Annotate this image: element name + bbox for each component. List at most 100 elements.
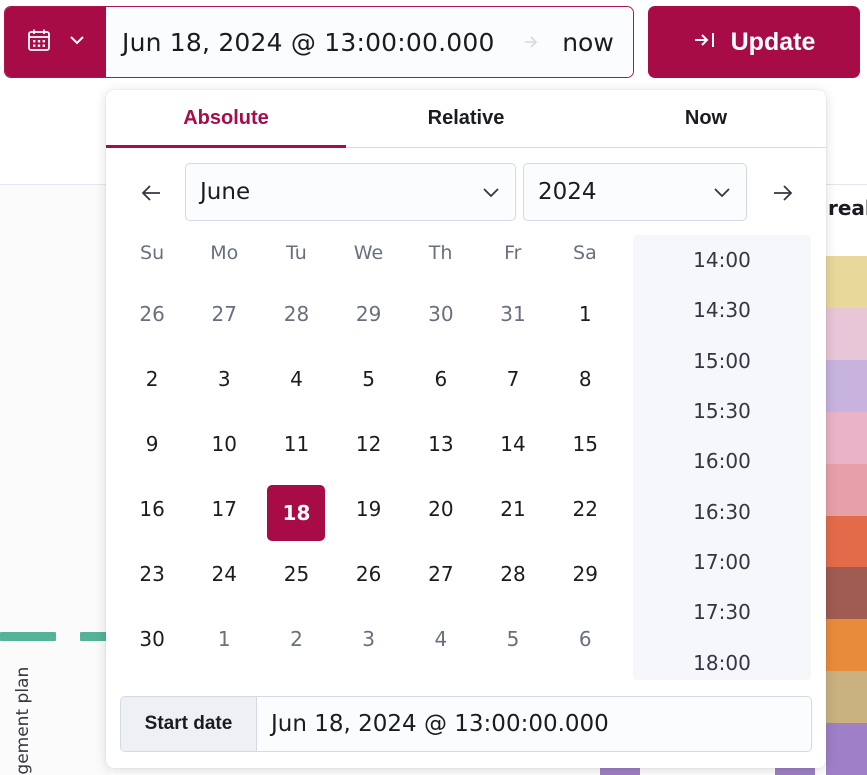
time-option[interactable]: 16:30: [633, 486, 811, 536]
quick-select-button[interactable]: [5, 7, 106, 77]
calendar-day[interactable]: 27: [405, 550, 477, 615]
weekday-label: Th: [428, 242, 453, 264]
time-option[interactable]: 14:00: [633, 235, 811, 285]
calendar-day[interactable]: 16: [116, 485, 188, 550]
weekday-label: Fr: [504, 242, 522, 264]
background-bar-segment: [826, 256, 867, 308]
calendar-day[interactable]: 29: [333, 290, 405, 355]
time-list[interactable]: 14:00 14:30 15:00 15:30 16:00 16:30 17:00 17:30…: [633, 235, 811, 680]
calendar-day-number: 3: [217, 367, 231, 391]
calendar-day-number: 22: [572, 497, 598, 521]
tab-bar: Absolute Relative Now: [106, 90, 826, 148]
calendar-day[interactable]: 22: [549, 485, 621, 550]
calendar-day-number: 13: [428, 432, 454, 456]
calendar-day[interactable]: 13: [405, 420, 477, 485]
time-option[interactable]: 17:00: [633, 537, 811, 587]
update-button[interactable]: Update: [648, 6, 860, 78]
calendar-day[interactable]: 20: [405, 485, 477, 550]
background-bar-segment: [826, 515, 867, 568]
time-option[interactable]: 16:00: [633, 436, 811, 486]
calendar-day-number: 26: [355, 562, 382, 586]
arrow-right-icon: [519, 7, 543, 77]
time-option[interactable]: 15:00: [633, 336, 811, 386]
calendar-day-number: 30: [139, 627, 165, 651]
calendar-day-number: 11: [283, 432, 310, 456]
calendar-day[interactable]: 7: [477, 355, 549, 420]
calendar-day-number: 27: [428, 562, 454, 586]
calendar-day[interactable]: 30: [116, 615, 188, 680]
tab-now[interactable]: Now: [586, 90, 826, 147]
calendar-day-number: 18: [267, 485, 326, 541]
weekday-label: Su: [140, 242, 165, 264]
calendar-day[interactable]: 12: [333, 420, 405, 485]
range-start-button[interactable]: Jun 18, 2024 @ 13:00:00.000: [106, 7, 519, 77]
calendar-day[interactable]: 28: [477, 550, 549, 615]
tab-relative[interactable]: Relative: [346, 90, 586, 147]
calendar-day[interactable]: 11: [260, 420, 332, 485]
calendar-day[interactable]: 3: [188, 355, 260, 420]
calendar-day[interactable]: 6: [405, 355, 477, 420]
month-select[interactable]: June: [185, 163, 516, 221]
calendar-day[interactable]: 14: [477, 420, 549, 485]
next-month-button[interactable]: [768, 178, 798, 208]
calendar-icon: [26, 27, 52, 57]
chevron-down-icon: [68, 31, 86, 53]
calendar-day-number: 29: [572, 562, 598, 586]
calendar-day[interactable]: 28: [260, 290, 332, 355]
calendar-day[interactable]: 23: [116, 550, 188, 615]
calendar-day-number: 12: [355, 432, 382, 456]
calendar-day[interactable]: 25: [260, 550, 332, 615]
calendar-day[interactable]: 9: [116, 420, 188, 485]
calendar-grid: 26 27 28 29 30 31 1 2 3 4 5 6 7 8 9 10 11 12 13 14 15 16 17 18 1…: [116, 290, 621, 680]
update-label: Update: [730, 27, 816, 56]
calendar-day[interactable]: 2: [260, 615, 332, 680]
calendar-day-number: 30: [428, 302, 454, 326]
weekday-label: We: [353, 242, 384, 264]
time-option[interactable]: 17:30: [633, 587, 811, 637]
calendar-day-number: 26: [139, 302, 165, 326]
year-value: 2024: [538, 179, 597, 205]
weekday-label: Mo: [210, 242, 239, 264]
calendar-day[interactable]: 4: [260, 355, 332, 420]
arrow-left-icon: [141, 185, 160, 201]
calendar-day[interactable]: 17: [188, 485, 260, 550]
calendar-day-number: 23: [139, 562, 165, 586]
previous-month-button[interactable]: [136, 178, 166, 208]
range-end-button[interactable]: now: [543, 7, 633, 77]
calendar-day[interactable]: 8: [549, 355, 621, 420]
calendar-day[interactable]: 1: [549, 290, 621, 355]
calendar-day[interactable]: 5: [333, 355, 405, 420]
time-option[interactable]: 14:30: [633, 285, 811, 335]
calendar-day[interactable]: 30: [405, 290, 477, 355]
calendar-day[interactable]: 19: [333, 485, 405, 550]
calendar-day[interactable]: 2: [116, 355, 188, 420]
calendar-day[interactable]: 27: [188, 290, 260, 355]
calendar-day-number: 10: [211, 432, 237, 456]
calendar-day[interactable]: 10: [188, 420, 260, 485]
year-select[interactable]: 2024: [523, 163, 747, 221]
calendar-day[interactable]: 15: [549, 420, 621, 485]
calendar-day[interactable]: 1: [188, 615, 260, 680]
calendar-day-number: 29: [355, 302, 382, 326]
start-date-input[interactable]: Jun 18, 2024 @ 13:00:00.000: [257, 697, 811, 751]
calendar-day[interactable]: 6: [549, 615, 621, 680]
month-value: June: [200, 179, 251, 205]
calendar-day[interactable]: 3: [333, 615, 405, 680]
calendar-day[interactable]: 24: [188, 550, 260, 615]
weekday-label: Sa: [573, 242, 597, 264]
calendar-day[interactable]: 21: [477, 485, 549, 550]
calendar-day-number: 1: [578, 302, 592, 326]
calendar-day[interactable]: 26: [333, 550, 405, 615]
calendar-day[interactable]: 26: [116, 290, 188, 355]
calendar-day[interactable]: 5: [477, 615, 549, 680]
time-option[interactable]: 15:30: [633, 386, 811, 436]
calendar-day-selected[interactable]: 18: [260, 485, 332, 550]
calendar-day-number: 25: [283, 562, 310, 586]
time-option[interactable]: 18:00: [633, 637, 811, 680]
calendar-day[interactable]: 31: [477, 290, 549, 355]
calendar-day-number: 28: [283, 302, 310, 326]
calendar-day[interactable]: 29: [549, 550, 621, 615]
weekday-header: Su Mo Tu We Th Fr Sa: [116, 242, 621, 276]
tab-absolute[interactable]: Absolute: [106, 90, 346, 148]
calendar-day[interactable]: 4: [405, 615, 477, 680]
